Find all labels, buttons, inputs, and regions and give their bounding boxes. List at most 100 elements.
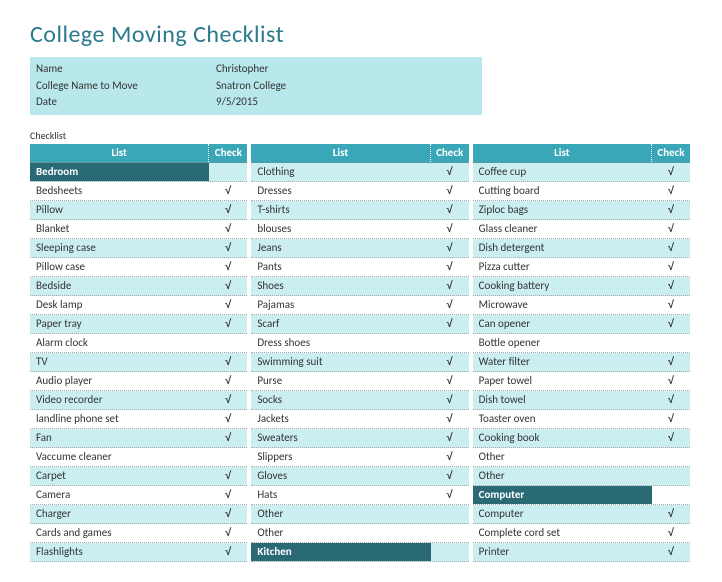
check-cell[interactable]: √	[652, 258, 690, 276]
checklist-col-1: List Check BedroomBedsheets√Pillow√Blank…	[30, 144, 247, 562]
check-cell[interactable]: √	[209, 505, 247, 523]
column-header: List Check	[251, 144, 468, 163]
check-cell[interactable]: √	[431, 201, 469, 219]
check-cell[interactable]: √	[652, 353, 690, 371]
checklist-col-3: List Check Coffee cup√Cutting board√Zipl…	[473, 144, 690, 562]
check-cell[interactable]: √	[431, 372, 469, 390]
check-cell[interactable]: √	[652, 182, 690, 200]
check-cell[interactable]: √	[209, 372, 247, 390]
check-cell[interactable]	[652, 467, 690, 485]
check-cell[interactable]: √	[652, 201, 690, 219]
check-cell[interactable]: √	[209, 353, 247, 371]
check-cell[interactable]: √	[652, 239, 690, 257]
check-cell[interactable]: √	[209, 182, 247, 200]
check-cell[interactable]: √	[652, 391, 690, 409]
check-cell[interactable]: √	[209, 391, 247, 409]
check-cell[interactable]: √	[431, 182, 469, 200]
check-cell[interactable]: √	[652, 163, 690, 181]
check-cell[interactable]: √	[209, 467, 247, 485]
list-row: Pajamas√	[251, 296, 468, 315]
header-list: List	[30, 144, 208, 162]
check-cell[interactable]: √	[209, 296, 247, 314]
item-label: Slippers	[251, 448, 430, 466]
check-cell[interactable]: √	[652, 277, 690, 295]
check-cell[interactable]: √	[431, 391, 469, 409]
item-label: Other	[251, 524, 430, 542]
check-cell[interactable]: √	[431, 296, 469, 314]
check-cell[interactable]: √	[209, 315, 247, 333]
list-row: Shoes√	[251, 277, 468, 296]
header-check: Check	[208, 144, 247, 162]
item-label: Cards and games	[30, 524, 209, 542]
check-cell[interactable]: √	[209, 220, 247, 238]
list-row: Paper towel√	[473, 372, 690, 391]
item-label: Toaster oven	[473, 410, 652, 428]
check-cell[interactable]: √	[652, 505, 690, 523]
check-cell[interactable]	[209, 448, 247, 466]
check-cell[interactable]: √	[431, 486, 469, 504]
list-row: Coffee cup√	[473, 163, 690, 182]
check-cell[interactable]	[431, 505, 469, 523]
check-cell[interactable]: √	[209, 429, 247, 447]
list-row: Cards and games√	[30, 524, 247, 543]
info-row-college: College Name to Move Snatron College	[36, 78, 476, 95]
check-cell[interactable]: √	[431, 239, 469, 257]
check-cell[interactable]: √	[652, 410, 690, 428]
check-cell[interactable]: √	[209, 239, 247, 257]
check-cell[interactable]	[652, 448, 690, 466]
check-cell[interactable]	[652, 334, 690, 352]
check-cell[interactable]	[431, 524, 469, 542]
check-cell[interactable]: √	[209, 201, 247, 219]
list-row: Swimming suit√	[251, 353, 468, 372]
header-check: Check	[651, 144, 690, 162]
check-cell[interactable]: √	[431, 467, 469, 485]
check-cell[interactable]: √	[209, 277, 247, 295]
info-row-name: Name Christopher	[36, 61, 476, 78]
list-row: Alarm clock	[30, 334, 247, 353]
item-label: Other	[473, 448, 652, 466]
list-row: TV√	[30, 353, 247, 372]
item-label: landline phone set	[30, 410, 209, 428]
list-row: Cooking battery√	[473, 277, 690, 296]
item-label: Bedside	[30, 277, 209, 295]
list-row: Charger√	[30, 505, 247, 524]
item-label: Pillow case	[30, 258, 209, 276]
item-label: Bottle opener	[473, 334, 652, 352]
item-label: Alarm clock	[30, 334, 209, 352]
check-cell[interactable]: √	[431, 258, 469, 276]
list-row: Hats√	[251, 486, 468, 505]
item-label: Dish detergent	[473, 239, 652, 257]
check-cell[interactable]: √	[431, 163, 469, 181]
check-cell[interactable]: √	[209, 486, 247, 504]
item-label: Swimming suit	[251, 353, 430, 371]
check-cell[interactable]: √	[209, 410, 247, 428]
check-cell[interactable]: √	[652, 296, 690, 314]
check-cell[interactable]: √	[431, 315, 469, 333]
info-college-value: Snatron College	[216, 78, 286, 95]
item-label: Jackets	[251, 410, 430, 428]
checklist-grid: List Check BedroomBedsheets√Pillow√Blank…	[30, 144, 690, 562]
check-cell[interactable]: √	[652, 524, 690, 542]
check-cell[interactable]: √	[652, 429, 690, 447]
check-cell[interactable]: √	[652, 315, 690, 333]
check-cell[interactable]: √	[431, 353, 469, 371]
check-cell[interactable]: √	[431, 220, 469, 238]
check-cell[interactable]: √	[209, 258, 247, 276]
check-cell[interactable]	[209, 334, 247, 352]
check-cell[interactable]	[652, 486, 690, 504]
item-label: Gloves	[251, 467, 430, 485]
check-cell[interactable]: √	[431, 277, 469, 295]
check-cell[interactable]	[431, 334, 469, 352]
item-label: Fan	[30, 429, 209, 447]
check-cell[interactable]: √	[431, 410, 469, 428]
check-cell[interactable]	[209, 163, 247, 181]
list-row: Cutting board√	[473, 182, 690, 201]
list-row: Ziploc bags√	[473, 201, 690, 220]
item-label: Audio player	[30, 372, 209, 390]
check-cell[interactable]: √	[431, 429, 469, 447]
check-cell[interactable]: √	[652, 372, 690, 390]
list-row: Glass cleaner√	[473, 220, 690, 239]
check-cell[interactable]: √	[431, 448, 469, 466]
check-cell[interactable]: √	[209, 524, 247, 542]
check-cell[interactable]: √	[652, 220, 690, 238]
